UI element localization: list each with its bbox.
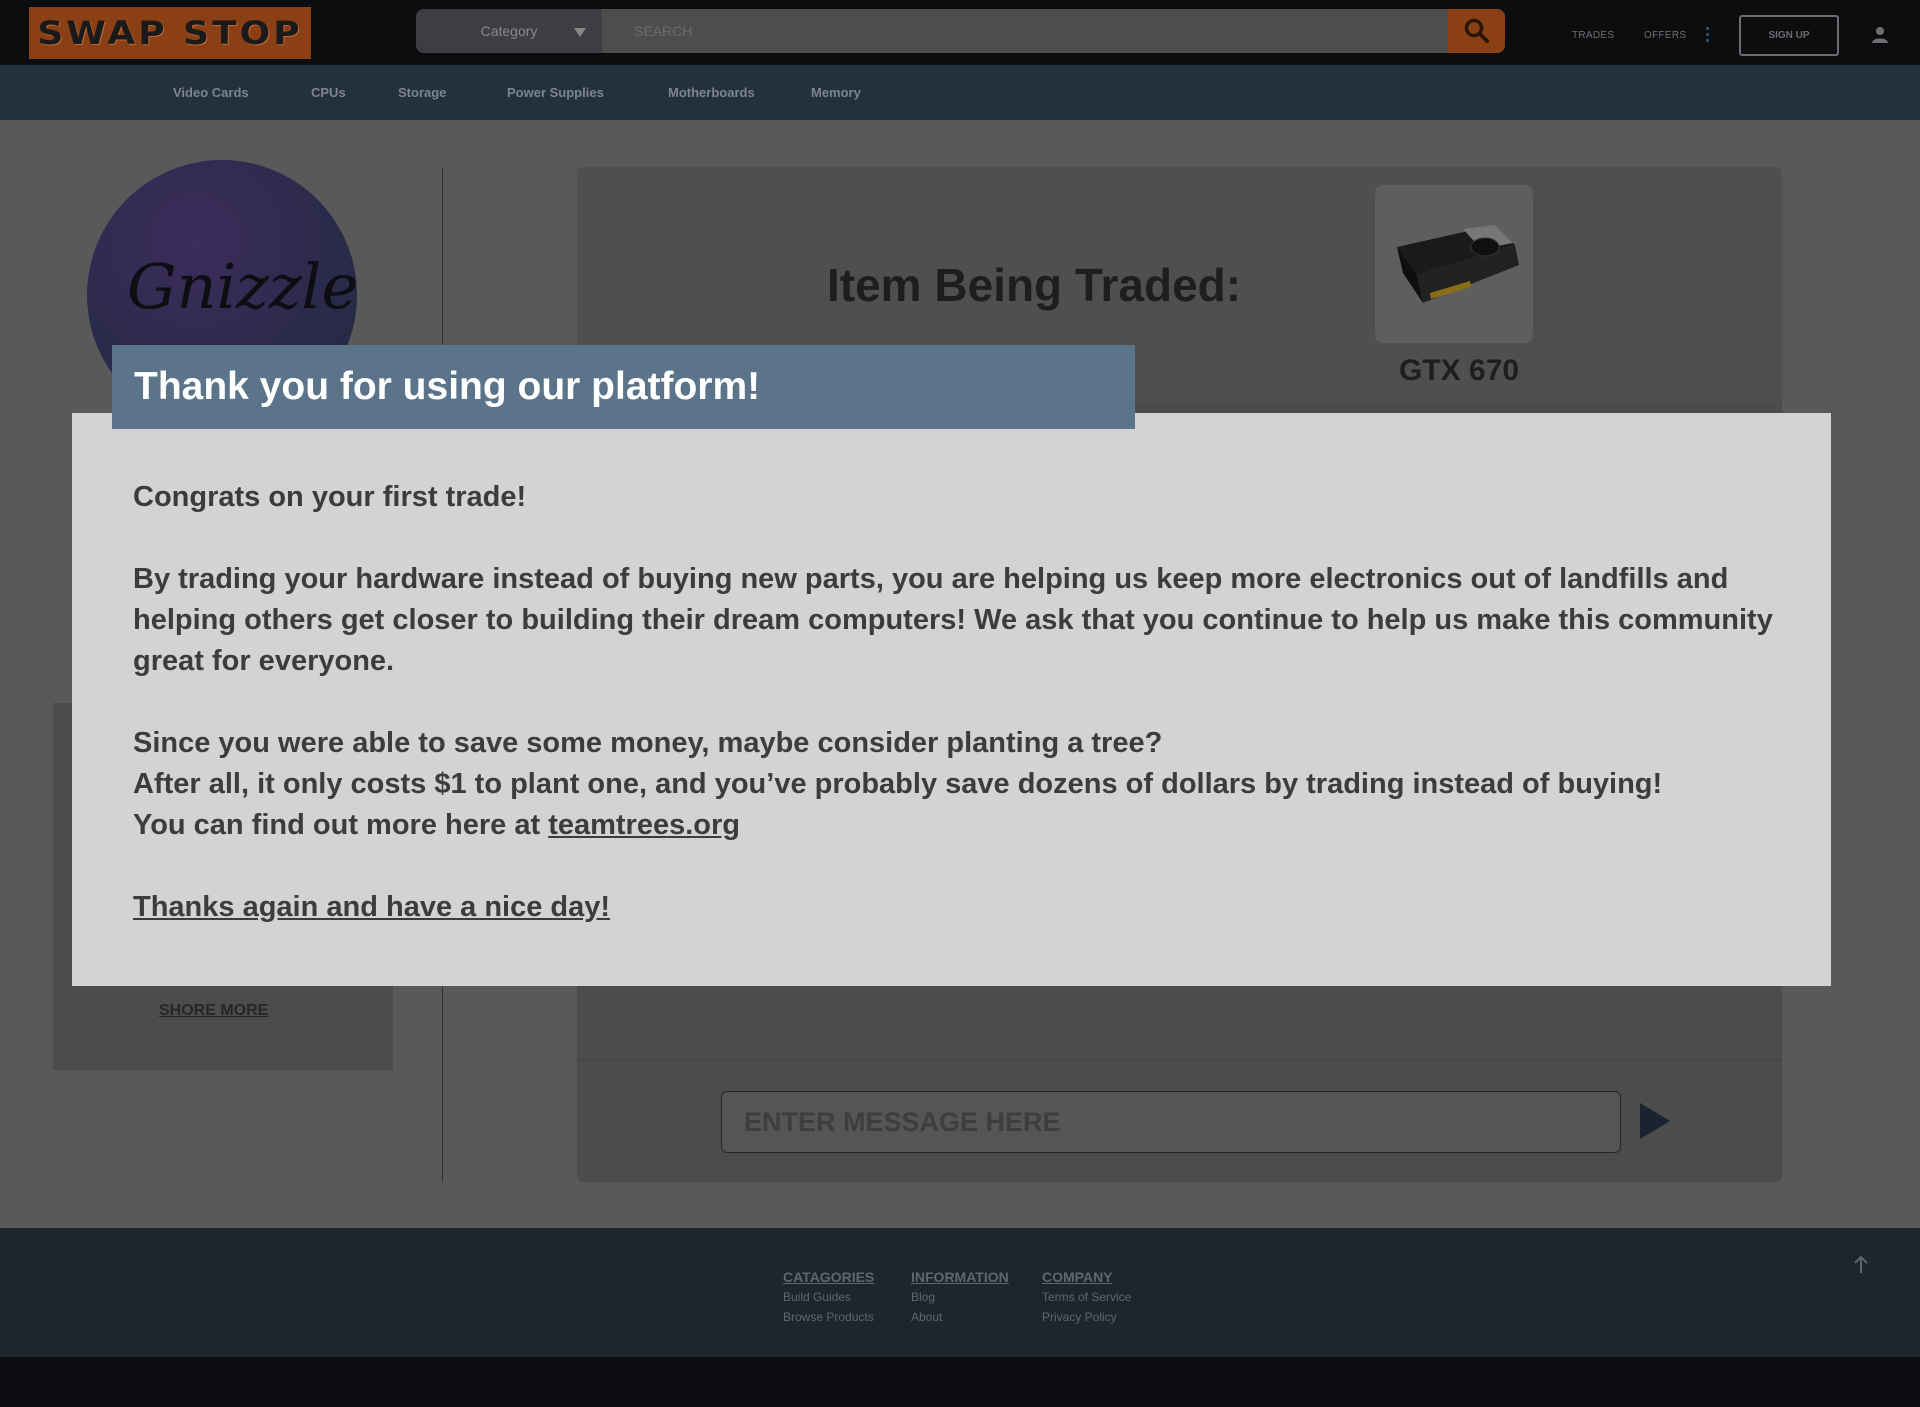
- footer-column-information: INFORMATION Blog About: [911, 1269, 1009, 1330]
- modal-congrats: Congrats on your first trade!: [133, 481, 527, 513]
- modal-closing-link[interactable]: Thanks again and have a nice day!: [133, 887, 1793, 928]
- search-bar: Category: [416, 9, 1505, 53]
- divider: [577, 1060, 1782, 1061]
- send-icon[interactable]: [1640, 1103, 1670, 1139]
- more-vertical-icon[interactable]: [1704, 27, 1710, 43]
- item-name: GTX 670: [1399, 354, 1520, 387]
- footer-link-terms[interactable]: Terms of Service: [1042, 1290, 1131, 1304]
- footer-link-about[interactable]: About: [911, 1310, 1009, 1324]
- modal-tree-line-2: After all, it only costs $1 to plant one…: [133, 768, 1663, 800]
- search-input[interactable]: [602, 9, 1448, 53]
- modal-header: Thank you for using our platform!: [112, 345, 1135, 429]
- show-more-link[interactable]: SHORE MORE: [159, 1002, 268, 1020]
- logo-text: SWAP STOP: [37, 14, 303, 52]
- item-image[interactable]: [1375, 185, 1533, 343]
- footer-link-browse-products[interactable]: Browse Products: [783, 1310, 874, 1324]
- footer-column-categories: CATAGORIES Build Guides Browse Products: [783, 1269, 874, 1330]
- avatar-text: Gnizzle: [127, 250, 357, 323]
- nav-offers[interactable]: OFFERS: [1644, 30, 1686, 41]
- category-storage[interactable]: Storage: [398, 85, 446, 100]
- modal-tree-text: Since you were able to save some money, …: [133, 723, 1793, 846]
- modal-body: Congrats on your first trade! By trading…: [133, 477, 1793, 969]
- message-input[interactable]: ENTER MESSAGE HERE: [721, 1091, 1621, 1153]
- graphics-card-icon: [1397, 225, 1519, 303]
- sign-up-button[interactable]: SIGN UP: [1739, 15, 1839, 56]
- modal-tree-line-1: Since you were able to save some money, …: [133, 727, 1163, 759]
- footer-column-company: COMPANY Terms of Service Privacy Policy: [1042, 1269, 1131, 1330]
- category-select[interactable]: Category: [416, 9, 602, 53]
- thank-you-modal: Congrats on your first trade! By trading…: [72, 413, 1831, 986]
- user-icon[interactable]: [1871, 26, 1889, 44]
- footer-link-build-guides[interactable]: Build Guides: [783, 1290, 874, 1304]
- nav-trades[interactable]: TRADES: [1572, 30, 1614, 41]
- category-cpus[interactable]: CPUs: [311, 85, 346, 100]
- category-motherboards[interactable]: Motherboards: [668, 85, 755, 100]
- search-button[interactable]: [1448, 9, 1505, 53]
- trade-title: Item Being Traded:: [827, 259, 1242, 311]
- category-power-supplies[interactable]: Power Supplies: [507, 85, 604, 100]
- logo[interactable]: SWAP STOP: [29, 7, 311, 59]
- category-memory[interactable]: Memory: [811, 85, 861, 100]
- modal-title: Thank you for using our platform!: [134, 365, 761, 408]
- search-icon: [1464, 18, 1489, 43]
- arrow-up-icon[interactable]: [1853, 1255, 1869, 1275]
- footer-heading-company[interactable]: COMPANY: [1042, 1269, 1131, 1285]
- footer-heading-categories[interactable]: CATAGORIES: [783, 1269, 874, 1285]
- category-video-cards[interactable]: Video Cards: [173, 85, 249, 100]
- teamtrees-link[interactable]: teamtrees.org: [548, 809, 740, 841]
- footer-link-blog[interactable]: Blog: [911, 1290, 1009, 1304]
- top-bar: SWAP STOP Category TRADES OFFERS SIGN UP: [0, 0, 1920, 65]
- footer-link-privacy[interactable]: Privacy Policy: [1042, 1310, 1131, 1324]
- category-nav: Video Cards CPUs Storage Power Supplies …: [0, 65, 1920, 120]
- category-select-label: Category: [480, 23, 538, 39]
- footer-heading-information[interactable]: INFORMATION: [911, 1269, 1009, 1285]
- modal-paragraph: By trading your hardware instead of buyi…: [133, 563, 1773, 677]
- modal-tree-line-3: You can find out more here at: [133, 809, 549, 841]
- chevron-down-icon: [574, 28, 586, 37]
- bottom-bar: [0, 1357, 1920, 1407]
